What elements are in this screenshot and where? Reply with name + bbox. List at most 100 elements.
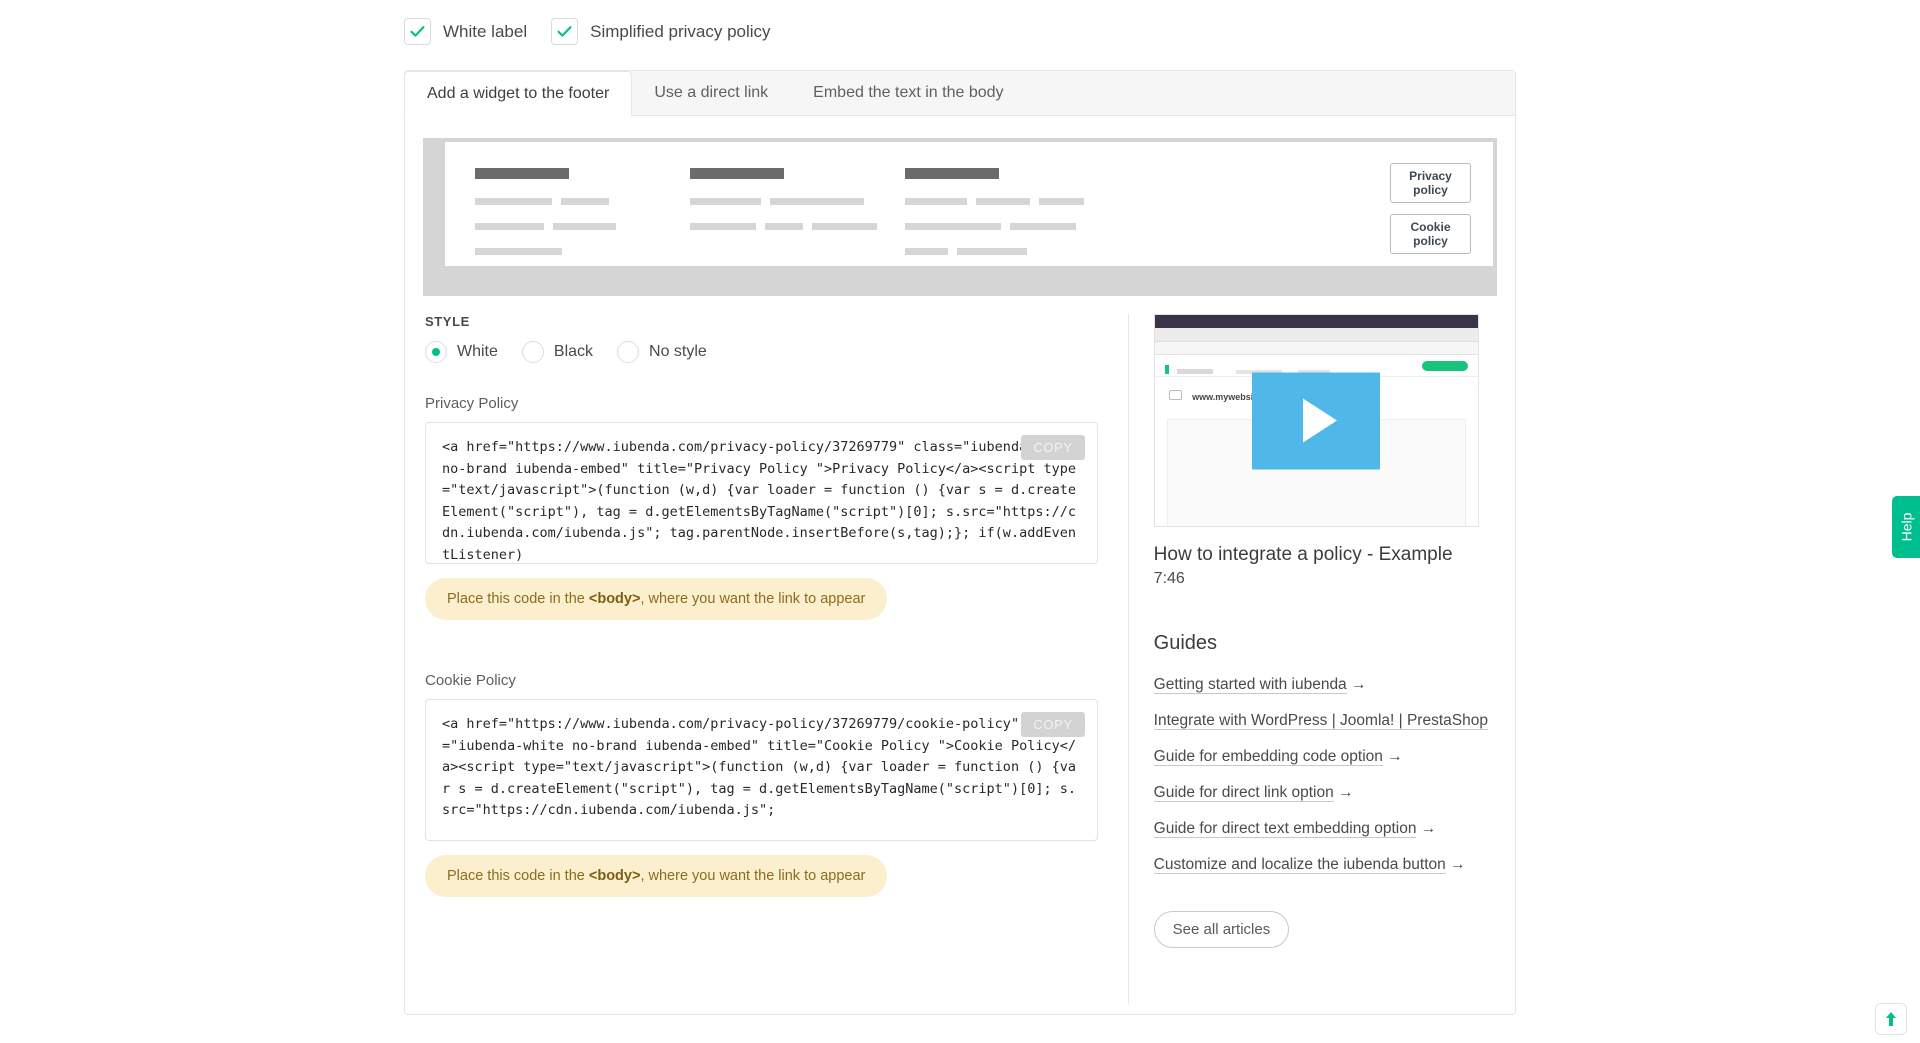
play-icon[interactable] (1252, 372, 1381, 469)
footer-preview: Privacy policy Cookie policy (423, 138, 1497, 296)
guide-link-text[interactable]: Customize and localize the iubenda butto… (1153, 855, 1446, 874)
privacy-policy-label: Privacy Policy (425, 395, 519, 412)
cookie-notice-prefix: Place this code in the (447, 868, 589, 884)
preview-privacy-policy-button[interactable]: Privacy policy (1390, 163, 1471, 203)
checkbox-simplified-privacy-policy[interactable]: Simplified privacy policy (551, 18, 771, 45)
style-option-black[interactable]: Black (521, 341, 594, 363)
checkbox-white-label-text: White label (443, 21, 528, 41)
style-heading: STYLE (425, 314, 470, 329)
scroll-to-top-button[interactable] (1875, 1003, 1907, 1035)
guide-link-text[interactable]: Integrate with WordPress | Joomla! | Pre… (1153, 711, 1488, 730)
help-tab-label: Help (1898, 512, 1915, 542)
preview-line-row (905, 248, 1155, 255)
tutorial-video-thumbnail[interactable]: www.mywebsite.com (1153, 314, 1479, 527)
arrow-up-icon (1886, 1012, 1896, 1026)
arrow-right-icon: → (1420, 819, 1437, 837)
cookie-policy-code[interactable]: <a href="https://www.iubenda.com/privacy… (442, 714, 1081, 822)
arrow-right-icon: → (1351, 675, 1367, 693)
preview-column-1 (475, 168, 690, 266)
preview-cookie-policy-button[interactable]: Cookie policy (1390, 214, 1471, 254)
preview-line (905, 273, 973, 280)
guide-link-embedding-code[interactable]: Guide for embedding code option → (1153, 745, 1490, 769)
style-option-no-style[interactable]: No style (617, 341, 707, 363)
integration-card: Add a widget to the footer Use a direct … (404, 70, 1516, 1015)
preview-policy-buttons: Privacy policy Cookie policy (1390, 163, 1471, 265)
preview-line (553, 223, 616, 230)
style-option-black-label: Black (553, 343, 594, 360)
preview-line (561, 198, 609, 205)
guides-heading: Guides (1153, 631, 1218, 654)
radio-selected-icon (425, 341, 447, 363)
cookie-notice-suffix: , where you want the link to appear (640, 868, 866, 884)
preview-line (812, 223, 877, 230)
preview-line (765, 223, 803, 230)
guide-link-direct-text-embedding[interactable]: Guide for direct text embedding option → (1153, 817, 1490, 841)
privacy-notice-suffix: , where you want the link to appear (640, 591, 866, 607)
checkbox-simplified-privacy-policy-text: Simplified privacy policy (590, 21, 771, 41)
page-root: White label Simplified privacy policy Ad… (0, 0, 1920, 1043)
arrow-right-icon: → (1387, 747, 1403, 765)
privacy-placement-notice: Place this code in the <body>, where you… (425, 578, 888, 620)
preview-line (905, 248, 948, 255)
cookie-placement-notice: Place this code in the <body>, where you… (425, 855, 888, 897)
privacy-notice-code: <body> (588, 591, 641, 607)
style-radio-group: White Black No style (425, 341, 1098, 363)
see-all-articles-button[interactable]: See all articles (1153, 910, 1290, 948)
guide-link-text[interactable]: Getting started with iubenda (1153, 675, 1347, 694)
guide-link-text[interactable]: Guide for embedding code option (1153, 747, 1383, 766)
video-duration: 7:46 (1153, 569, 1185, 587)
guide-link-customize-button[interactable]: Customize and localize the iubenda butto… (1153, 853, 1490, 877)
cookie-copy-button[interactable]: COPY (1021, 712, 1085, 737)
help-tab-button[interactable]: Help (1892, 496, 1920, 558)
preview-line (475, 198, 552, 205)
preview-line (770, 198, 864, 205)
cookie-policy-label: Cookie Policy (425, 672, 516, 689)
privacy-copy-button[interactable]: COPY (1021, 435, 1085, 460)
preview-line (690, 198, 761, 205)
preview-column-3 (905, 168, 1155, 280)
preview-line-row (475, 248, 690, 255)
preview-heading-bar (905, 168, 999, 179)
preview-line (1039, 198, 1084, 205)
check-icon (551, 18, 579, 45)
guide-link-text[interactable]: Guide for direct link option (1153, 783, 1334, 802)
preview-line (976, 198, 1030, 205)
arrow-right-icon: → (1450, 855, 1466, 873)
preview-column-2 (690, 168, 905, 266)
preview-line (690, 223, 756, 230)
preview-line-row (905, 273, 1155, 280)
privacy-policy-code[interactable]: <a href="https://www.iubenda.com/privacy… (442, 437, 1081, 563)
preview-line (905, 223, 1001, 230)
options-row: White label Simplified privacy policy (404, 18, 771, 45)
cookie-policy-code-box[interactable]: <a href="https://www.iubenda.com/privacy… (425, 699, 1098, 841)
preview-line (957, 248, 1027, 255)
guide-link-getting-started[interactable]: Getting started with iubenda → (1153, 673, 1490, 697)
cookie-notice-code: <body> (588, 868, 641, 884)
arrow-right-icon: → (1338, 783, 1354, 801)
preview-line-row (690, 223, 905, 230)
tab-add-widget-footer[interactable]: Add a widget to the footer (404, 71, 633, 116)
preview-heading-bar (690, 168, 784, 179)
preview-line-row (905, 198, 1155, 205)
preview-line (475, 248, 562, 255)
tab-use-direct-link[interactable]: Use a direct link (632, 71, 791, 115)
guide-link-direct-link[interactable]: Guide for direct link option → (1153, 781, 1490, 805)
preview-line-row (475, 198, 690, 205)
tab-bar: Add a widget to the footer Use a direct … (404, 71, 1515, 116)
style-option-white[interactable]: White (425, 341, 498, 363)
video-title: How to integrate a policy - Example (1153, 544, 1453, 565)
guide-link-integrate-platforms[interactable]: Integrate with WordPress | Joomla! | Pre… (1153, 709, 1490, 733)
preview-heading-bar (475, 168, 569, 179)
radio-empty-icon (617, 341, 640, 363)
preview-line (1010, 223, 1076, 230)
preview-line-row (905, 223, 1155, 230)
tab-embed-text-body[interactable]: Embed the text in the body (791, 71, 1026, 115)
help-sidebar: www.mywebsite.com How to integrate a pol… (1127, 314, 1515, 1004)
preview-line-row (690, 198, 905, 205)
checkbox-white-label[interactable]: White label (404, 18, 527, 45)
guide-link-text[interactable]: Guide for direct text embedding option (1153, 819, 1417, 838)
radio-empty-icon (521, 341, 544, 363)
style-option-no-style-label: No style (649, 343, 707, 360)
privacy-policy-code-box[interactable]: <a href="https://www.iubenda.com/privacy… (425, 422, 1098, 564)
check-icon (404, 18, 431, 45)
